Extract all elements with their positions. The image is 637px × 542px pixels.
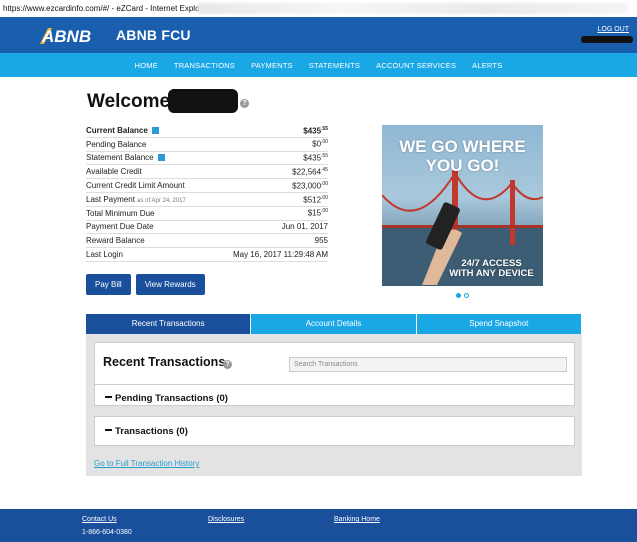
- carousel-dots: [456, 293, 469, 298]
- summary-row: Reward Balance 955: [86, 234, 328, 249]
- tab-spend-snapshot[interactable]: Spend Snapshot: [416, 314, 582, 334]
- redacted-name: [168, 89, 238, 113]
- action-buttons: Pay Bill View Rewards: [86, 274, 205, 295]
- site-footer: Contact Us Disclosures Banking Home 1-86…: [0, 509, 637, 542]
- summary-row: Last Payment as of Apr 24, 2017 $512.00: [86, 193, 328, 207]
- pay-bill-button[interactable]: Pay Bill: [86, 274, 131, 295]
- window-title: https://www.ezcardinfo.com/#/ - eZCard -…: [3, 4, 210, 13]
- summary-row: Available Credit $22,564.45: [86, 165, 328, 180]
- nav-account-services[interactable]: ACCOUNT SERVICES: [368, 61, 464, 70]
- carousel-dot-2[interactable]: [464, 293, 469, 298]
- transactions-card: Transactions (0): [94, 416, 575, 446]
- row-label: Last Login: [86, 250, 123, 260]
- abnb-logo[interactable]: ABNB: [38, 24, 96, 46]
- account-summary: Current Balance $435.55 Pending Balance …: [86, 124, 328, 262]
- row-cents: .00: [321, 194, 328, 201]
- contact-us-link[interactable]: Contact Us: [82, 516, 117, 523]
- row-sublabel: as of Apr 24, 2017: [137, 197, 186, 204]
- site-header: ABNB ABNB FCU LOG OUT: [0, 17, 637, 53]
- summary-row: Statement Balance $435.55: [86, 152, 328, 166]
- divider: [95, 384, 574, 385]
- welcome-heading: Welcome,: [87, 91, 176, 112]
- logout-link[interactable]: LOG OUT: [597, 26, 629, 33]
- row-value: Jun 01, 2017: [281, 222, 328, 232]
- summary-row: Pending Balance $0.00: [86, 138, 328, 152]
- row-label: Payment Due Date: [86, 222, 154, 232]
- disclosures-link[interactable]: Disclosures: [208, 516, 244, 523]
- transactions-toggle[interactable]: Transactions (0): [105, 426, 188, 437]
- help-icon[interactable]: ?: [240, 99, 249, 108]
- help-icon[interactable]: ?: [223, 360, 232, 369]
- promo-headline-1: WE GO WHERE: [399, 137, 526, 156]
- row-value: $435: [303, 153, 322, 163]
- promo-sub-2: WITH ANY DEVICE: [449, 268, 534, 279]
- row-label: Current Credit Limit Amount: [86, 181, 185, 191]
- promo-banner[interactable]: WE GO WHERE YOU GO! 24/7 ACCESS WITH ANY…: [382, 125, 543, 286]
- row-cents: .55: [321, 125, 328, 132]
- row-label: Reward Balance: [86, 236, 145, 246]
- nav-statements[interactable]: STATEMENTS: [301, 61, 368, 70]
- banking-home-link[interactable]: Banking Home: [334, 516, 380, 523]
- browser-title-bar: https://www.ezcardinfo.com/#/ - eZCard -…: [0, 0, 637, 17]
- summary-row: Current Balance $435.55: [86, 124, 328, 138]
- row-value: $435: [303, 126, 322, 136]
- summary-row: Total Minimum Due $15.00: [86, 207, 328, 221]
- row-label: Current Balance: [86, 125, 148, 135]
- transactions-panel: Recent Transactions ? Search Transaction…: [86, 334, 582, 476]
- row-label: Total Minimum Due: [86, 208, 155, 218]
- summary-row: Last Login May 16, 2017 11:29:48 AM: [86, 248, 328, 262]
- transactions-label: Transactions (0): [115, 426, 188, 437]
- info-icon[interactable]: [157, 154, 165, 162]
- nav-transactions[interactable]: TRANSACTIONS: [166, 61, 243, 70]
- row-label: Statement Balance: [86, 153, 154, 163]
- redacted-username: [581, 36, 633, 43]
- recent-transactions-title: Recent Transactions: [103, 355, 226, 369]
- row-label: Pending Balance: [86, 139, 147, 149]
- svg-text:ABNB: ABNB: [41, 27, 91, 46]
- summary-row: Current Credit Limit Amount $23,000.00: [86, 179, 328, 193]
- carousel-dot-1[interactable]: [456, 293, 461, 298]
- info-icon[interactable]: [151, 126, 159, 134]
- brand-name: ABNB FCU: [116, 27, 191, 43]
- row-cents: .00: [321, 139, 328, 146]
- row-value: $23,000: [292, 181, 322, 191]
- row-label: Available Credit: [86, 167, 142, 177]
- blurred-toolbar: [198, 3, 628, 14]
- tab-bar: Recent Transactions Account Details Spen…: [86, 314, 582, 338]
- pending-transactions-toggle[interactable]: Pending Transactions (0): [105, 393, 228, 404]
- summary-row: Payment Due Date Jun 01, 2017: [86, 221, 328, 235]
- row-cents: .00: [321, 180, 328, 187]
- row-value: $15: [307, 209, 322, 218]
- row-value: $0: [312, 140, 322, 150]
- promo-headline-2: YOU GO!: [425, 156, 500, 175]
- phone-number: 1-866-604-0380: [82, 529, 132, 536]
- search-input[interactable]: Search Transactions: [289, 357, 567, 372]
- tab-account-details[interactable]: Account Details: [251, 314, 417, 334]
- nav-alerts[interactable]: ALERTS: [464, 61, 510, 70]
- collapse-icon: [105, 429, 112, 431]
- row-cents: .55: [321, 153, 328, 160]
- row-value: $22,564: [292, 167, 322, 177]
- row-value: $512: [303, 195, 322, 205]
- row-cents: .45: [321, 166, 328, 173]
- full-history-link[interactable]: Go to Full Transaction History: [94, 459, 199, 468]
- pending-label: Pending Transactions (0): [115, 393, 228, 404]
- tab-recent-transactions[interactable]: Recent Transactions: [86, 314, 252, 338]
- recent-transactions-card: Recent Transactions ? Search Transaction…: [94, 342, 575, 406]
- row-cents: .00: [321, 208, 328, 215]
- view-rewards-button[interactable]: View Rewards: [135, 274, 205, 295]
- row-label: Last Payment: [86, 194, 135, 204]
- row-value: May 16, 2017 11:29:48 AM: [232, 250, 328, 260]
- row-value: 955: [314, 236, 328, 246]
- nav-home[interactable]: HOME: [127, 61, 166, 70]
- collapse-icon: [105, 396, 112, 398]
- main-nav: HOME TRANSACTIONS PAYMENTS STATEMENTS AC…: [0, 53, 637, 77]
- nav-payments[interactable]: PAYMENTS: [243, 61, 301, 70]
